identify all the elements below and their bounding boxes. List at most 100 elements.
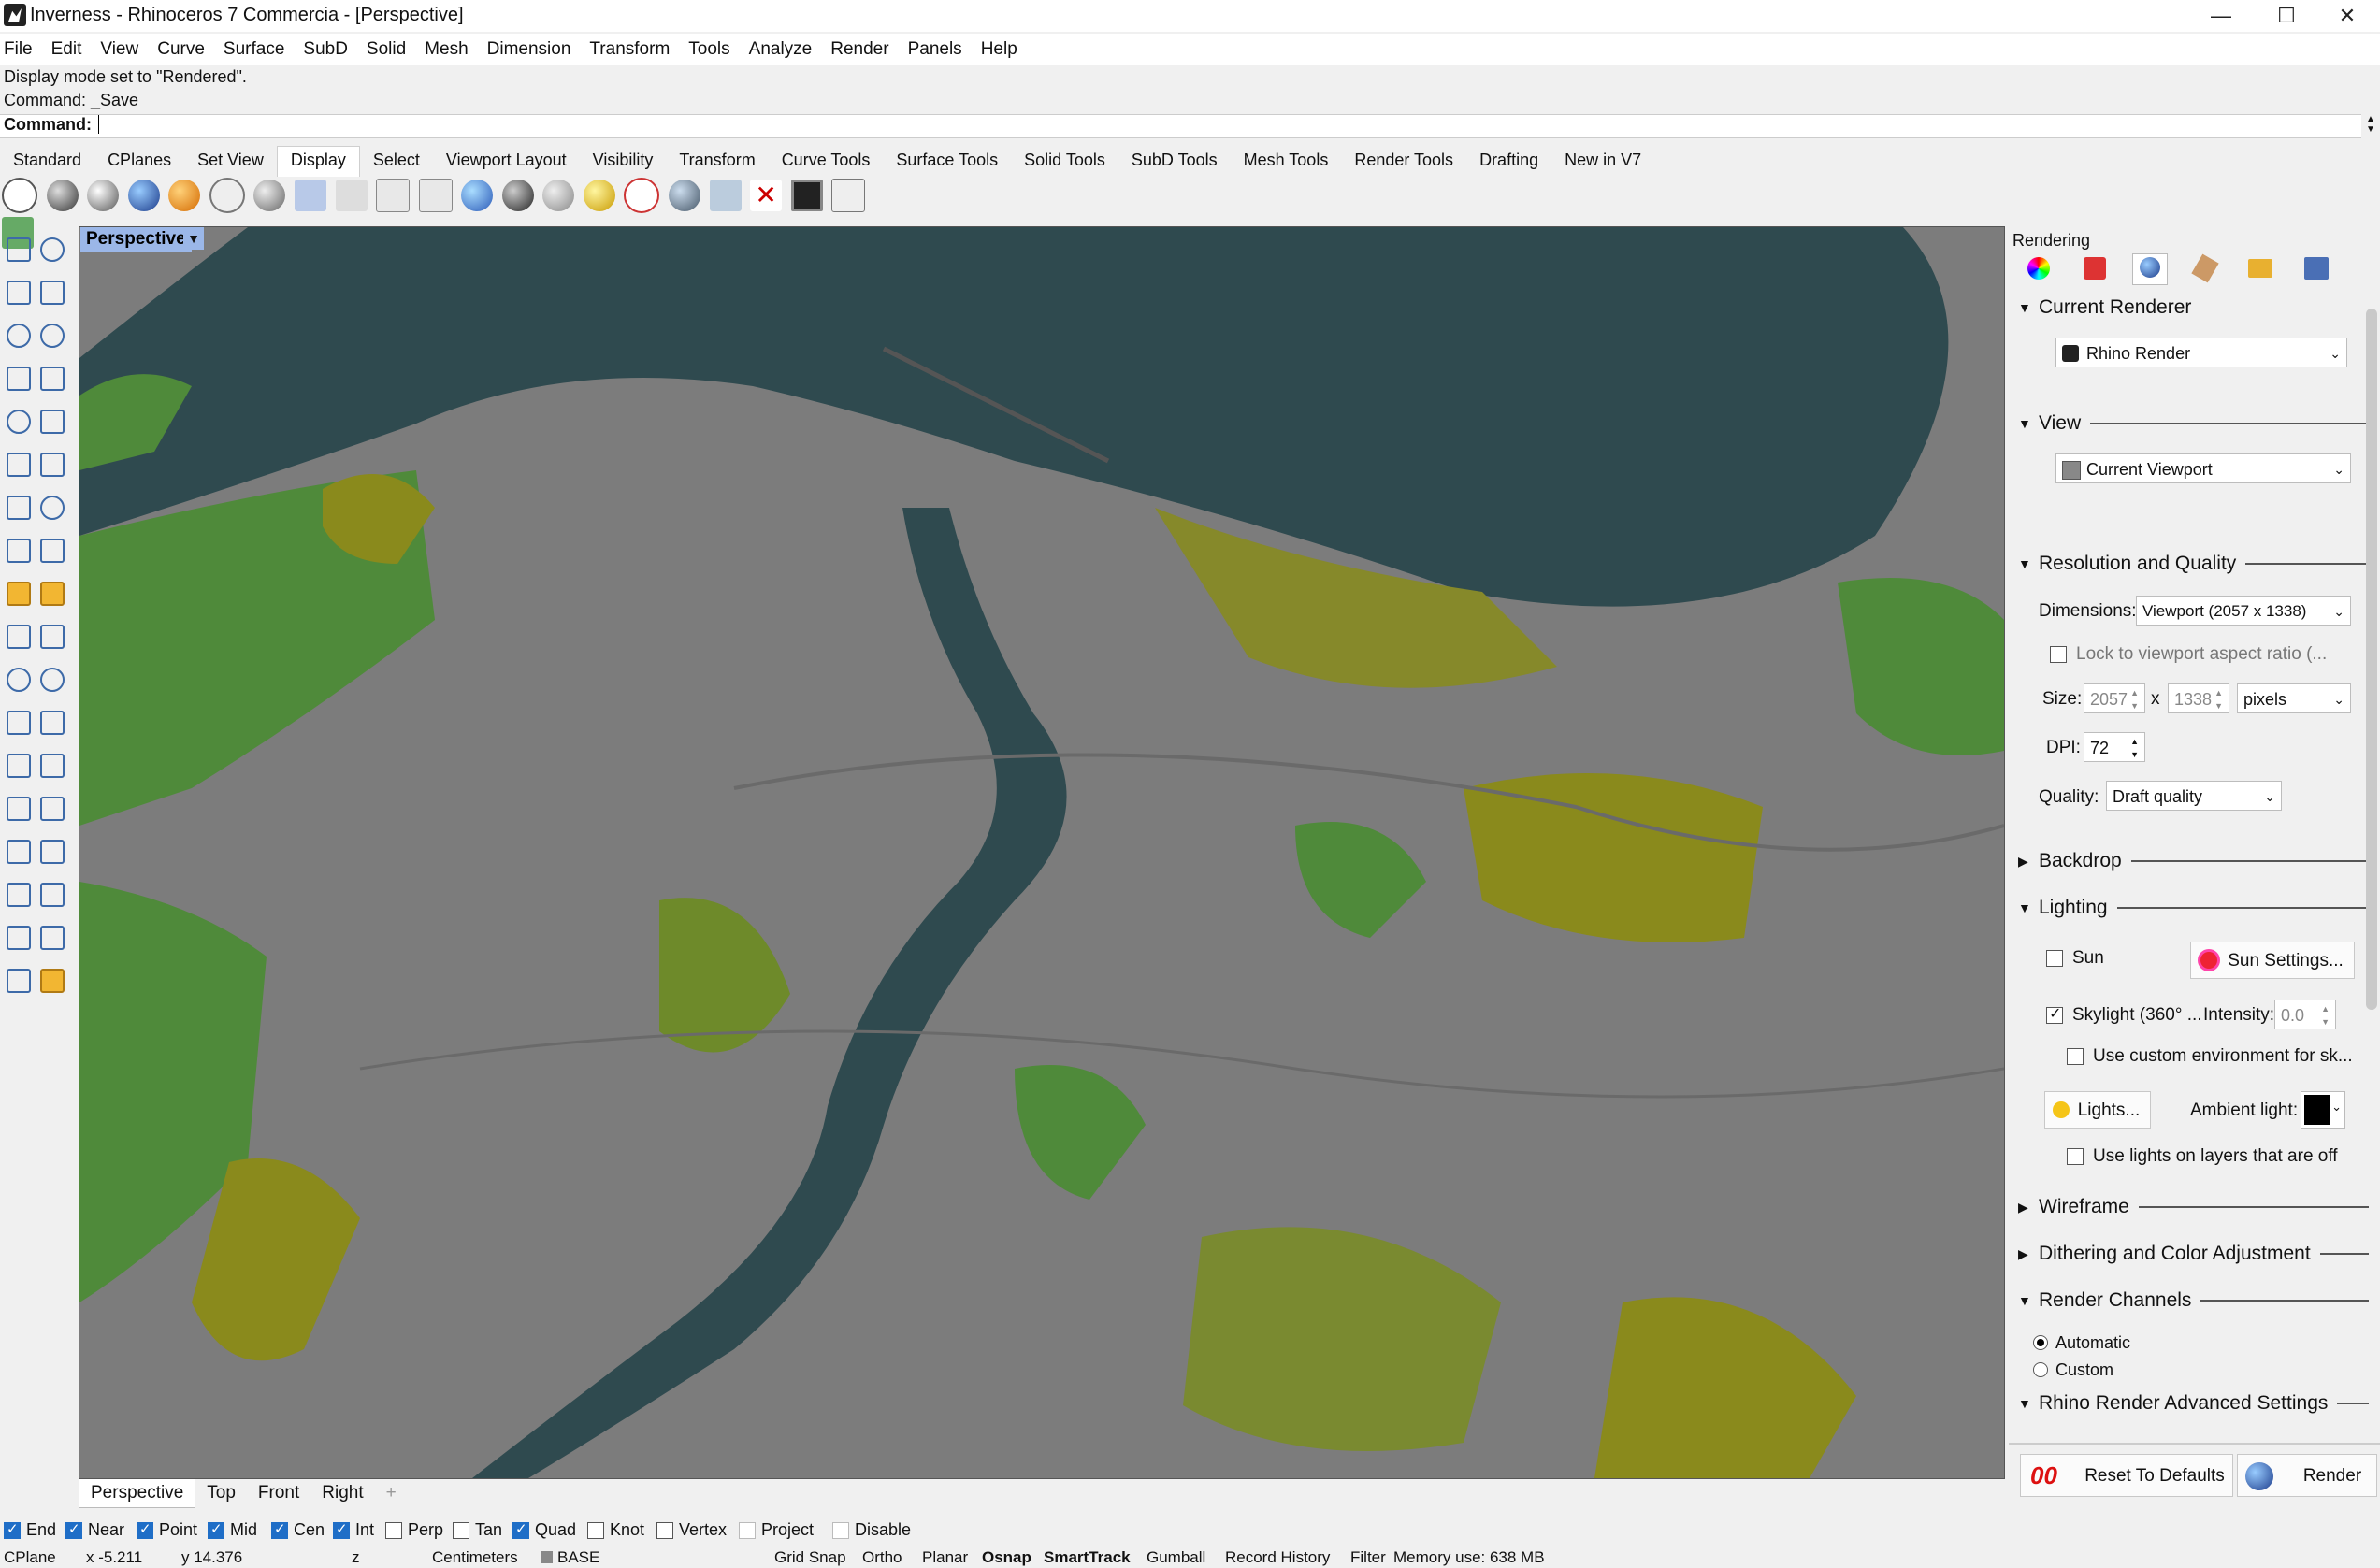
gumball-toggle[interactable]: Gumball xyxy=(1147,1548,1205,1567)
lock-aspect-checkbox[interactable] xyxy=(2050,646,2067,663)
close-button[interactable]: ✕ xyxy=(2315,0,2380,32)
viewport-tab-front[interactable]: Front xyxy=(247,1479,310,1507)
fillet-curves-icon[interactable] xyxy=(35,404,66,436)
text-icon[interactable] xyxy=(1,748,33,780)
tab-curve-tools[interactable]: Curve Tools xyxy=(769,147,884,177)
gumball-icon[interactable] xyxy=(35,877,66,909)
renderer-dropdown[interactable]: Rhino Render ⌄ xyxy=(2055,338,2347,367)
solid-union-icon[interactable] xyxy=(35,490,66,522)
planar-toggle[interactable]: Planar xyxy=(922,1548,968,1567)
tab-new-in-v7[interactable]: New in V7 xyxy=(1551,147,1654,177)
tab-surface-tools[interactable]: Surface Tools xyxy=(883,147,1011,177)
section-wireframe[interactable]: ▶ Wireframe xyxy=(2018,1196,2369,1218)
section-dithering[interactable]: ▶ Dithering and Color Adjustment xyxy=(2018,1243,2369,1265)
light-icon[interactable] xyxy=(1,576,33,608)
menu-surface[interactable]: Surface xyxy=(214,34,294,65)
section-view[interactable]: ▼ View xyxy=(2018,412,2369,435)
grid-icon[interactable] xyxy=(35,834,66,866)
surface-icon[interactable] xyxy=(1,447,33,479)
osnap-cen[interactable]: Cen xyxy=(271,1520,325,1540)
block-icon[interactable] xyxy=(1,834,33,866)
osnap-point[interactable]: Point xyxy=(137,1520,197,1540)
osnap-project[interactable]: Project xyxy=(739,1520,814,1540)
boolean-icon[interactable] xyxy=(1,662,33,694)
panel-scrollbar[interactable] xyxy=(2366,309,2377,1010)
osnap-tan[interactable]: Tan xyxy=(453,1520,502,1540)
monochrome-display-icon[interactable] xyxy=(335,180,368,211)
lights-icon[interactable] xyxy=(583,180,615,211)
box-icon[interactable] xyxy=(1,490,33,522)
section-lighting[interactable]: ▼ Lighting xyxy=(2018,897,2369,919)
move-icon[interactable] xyxy=(35,705,66,737)
osnap-mid[interactable]: Mid xyxy=(208,1520,257,1540)
record-history-toggle[interactable]: Record History xyxy=(1225,1548,1330,1567)
select-arrow-icon[interactable] xyxy=(1,232,33,264)
command-scroll-arrows[interactable]: ▲ ▼ xyxy=(2363,114,2378,137)
tab-mesh-tools[interactable]: Mesh Tools xyxy=(1231,147,1342,177)
tab-visibility[interactable]: Visibility xyxy=(580,147,667,177)
polygon-icon[interactable] xyxy=(1,404,33,436)
tab-cplanes[interactable]: CPlanes xyxy=(94,147,184,177)
materials-icon[interactable] xyxy=(2084,257,2106,280)
rectangle-icon[interactable] xyxy=(35,361,66,393)
height-input[interactable]: 1338 ▲ ▼ xyxy=(2168,683,2229,713)
menu-file[interactable]: File xyxy=(0,34,42,65)
unit-dropdown[interactable]: pixels ⌄ xyxy=(2237,683,2351,713)
osnap-knot[interactable]: Knot xyxy=(587,1520,644,1540)
ortho-toggle[interactable]: Ortho xyxy=(862,1548,902,1567)
tab-solid-tools[interactable]: Solid Tools xyxy=(1011,147,1118,177)
section-current-renderer[interactable]: ▼ Current Renderer xyxy=(2018,296,2369,319)
rendered-display-icon[interactable] xyxy=(127,180,160,211)
cylinder-icon[interactable] xyxy=(1,533,33,565)
menu-view[interactable]: View xyxy=(91,34,148,65)
osnap-perp[interactable]: Perp xyxy=(385,1520,443,1540)
artistic-display-icon[interactable] xyxy=(168,180,201,211)
menu-solid[interactable]: Solid xyxy=(357,34,415,65)
curve-icon[interactable] xyxy=(35,275,66,307)
add-viewport-tab-icon[interactable]: + xyxy=(375,1479,408,1507)
channels-custom-radio[interactable] xyxy=(2033,1362,2048,1377)
sun-checkbox[interactable] xyxy=(2046,950,2063,967)
menu-edit[interactable]: Edit xyxy=(42,34,92,65)
shaded-display-icon[interactable] xyxy=(46,180,79,211)
viewport-title[interactable]: Perspective xyxy=(80,227,192,252)
osnap-end[interactable]: End xyxy=(4,1520,56,1540)
show-objects-icon[interactable] xyxy=(461,180,494,211)
quality-dropdown[interactable]: Draft quality ⌄ xyxy=(2106,781,2282,811)
wireframe-display-icon[interactable] xyxy=(2,178,37,213)
osnap-vertex[interactable]: Vertex xyxy=(656,1520,727,1540)
mesh-wires-icon[interactable] xyxy=(418,179,453,212)
curvature-icon[interactable] xyxy=(709,180,742,211)
texture-icon[interactable] xyxy=(2191,253,2219,283)
isocurves-icon[interactable] xyxy=(376,179,411,212)
ambient-color-swatch[interactable]: ⌄ xyxy=(2301,1091,2345,1129)
perspective-viewport[interactable] xyxy=(79,226,2005,1479)
osnap-toggle[interactable]: Osnap xyxy=(982,1548,1031,1567)
group-icon[interactable] xyxy=(35,662,66,694)
environment-icon[interactable] xyxy=(2304,257,2329,280)
filter-toggle[interactable]: Filter xyxy=(1350,1548,1386,1567)
tab-drafting[interactable]: Drafting xyxy=(1466,147,1551,177)
menu-subd[interactable]: SubD xyxy=(294,34,357,65)
maximize-button[interactable]: ☐ xyxy=(2254,0,2319,32)
trim-icon[interactable] xyxy=(1,619,33,651)
circle-icon[interactable] xyxy=(1,318,33,350)
dimension-icon[interactable] xyxy=(35,748,66,780)
smarttrack-toggle[interactable]: SmartTrack xyxy=(1044,1548,1131,1567)
extrude-icon[interactable] xyxy=(35,447,66,479)
osnap-disable[interactable]: Disable xyxy=(832,1520,911,1540)
menu-curve[interactable]: Curve xyxy=(148,34,214,65)
width-input[interactable]: 2057 ▲ ▼ xyxy=(2084,683,2145,713)
menu-mesh[interactable]: Mesh xyxy=(415,34,477,65)
current-layer[interactable]: BASE xyxy=(557,1548,599,1567)
environment-map-icon[interactable] xyxy=(669,180,700,211)
tab-transform[interactable]: Transform xyxy=(666,147,768,177)
viewport-tab-perspective[interactable]: Perspective xyxy=(79,1479,196,1508)
copy-icon[interactable] xyxy=(1,791,33,823)
menu-panels[interactable]: Panels xyxy=(899,34,972,65)
properties-icon[interactable] xyxy=(1,920,33,952)
arc-icon[interactable] xyxy=(1,361,33,393)
color-wheel-icon[interactable] xyxy=(2027,257,2050,280)
tab-set-view[interactable]: Set View xyxy=(184,147,277,177)
mesh-icon[interactable] xyxy=(35,533,66,565)
